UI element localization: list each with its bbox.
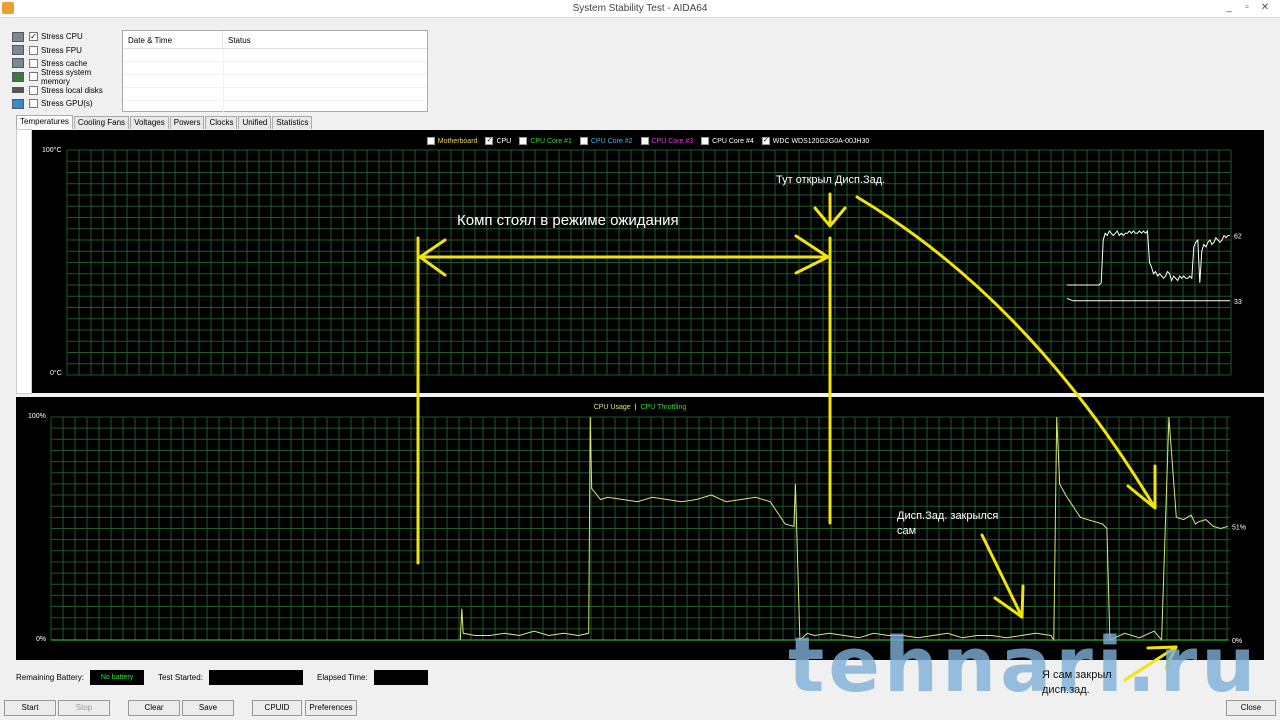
stress-gpu-option[interactable]: Stress GPU(s)	[12, 97, 122, 110]
elapsed-time-info: Elapsed Time:	[317, 670, 428, 685]
tehnari-watermark: tehnari.ru	[788, 620, 1260, 709]
series-current-value-label: 51%	[1232, 524, 1246, 531]
close-window-button[interactable]: ✕	[1258, 2, 1272, 14]
grid-lines	[50, 416, 1230, 641]
tab-clocks[interactable]: Clocks	[205, 116, 238, 129]
table-row	[123, 88, 427, 101]
annotation-closed-self-text: Дисп.Зад. закрылся	[897, 510, 999, 522]
table-row	[123, 75, 427, 88]
maximize-button[interactable]: ▫	[1240, 2, 1254, 14]
stress-memory-option[interactable]: Stress system memory	[12, 67, 122, 86]
elapsed-time-label: Elapsed Time:	[317, 673, 368, 682]
stress-options: ✓ Stress CPU Stress FPU Stress cache Str…	[12, 30, 122, 110]
stress-fpu-option[interactable]: Stress FPU	[12, 43, 122, 56]
close-button[interactable]: Close	[1226, 700, 1276, 716]
stress-gpu-checkbox[interactable]	[29, 99, 38, 109]
table-row	[123, 49, 427, 62]
preferences-button[interactable]: Preferences	[305, 700, 357, 716]
tab-voltages[interactable]: Voltages	[130, 116, 169, 129]
monitor-icon	[12, 98, 24, 109]
stress-gpu-label: Stress GPU(s)	[41, 99, 93, 109]
annotation-closed-self-text-2: сам	[897, 525, 917, 537]
cpuid-button[interactable]: CPUID	[252, 700, 302, 716]
series-current-value-label: 33	[1234, 299, 1242, 306]
status-log-table[interactable]: Date & Time Status	[122, 30, 428, 114]
grid-lines	[66, 149, 1232, 376]
test-started-label: Test Started:	[158, 673, 203, 682]
tab-cooling-fans[interactable]: Cooling Fans	[73, 116, 130, 129]
annotation-standby-text: Комп стоял в режиме ожидания	[457, 212, 679, 229]
stress-memory-label: Stress system memory	[40, 67, 92, 86]
test-started-value	[208, 670, 303, 685]
cache-chip-icon	[12, 58, 24, 69]
tab-statistics[interactable]: Statistics	[272, 116, 313, 129]
series-line-wdc-wds120g2g0a-00jh30	[1066, 298, 1230, 302]
stress-cache-checkbox[interactable]	[29, 58, 38, 68]
elapsed-time-value	[373, 670, 428, 685]
table-row	[123, 101, 427, 114]
stress-fpu-checkbox[interactable]	[29, 45, 38, 55]
battery-value: No battery	[90, 670, 145, 685]
save-button[interactable]: Save	[182, 700, 234, 716]
annotation-opened-text: Тут открыл Дисп.Зад.	[776, 174, 886, 186]
table-row	[123, 62, 427, 75]
stress-disks-label: Stress local disks	[41, 85, 103, 95]
clear-button[interactable]: Clear	[128, 700, 180, 716]
fpu-chip-icon	[12, 45, 24, 56]
test-started-info: Test Started:	[158, 670, 303, 685]
stress-cpu-label: Stress CPU	[41, 32, 83, 42]
window-title: System Stability Test - AIDA64	[572, 3, 708, 14]
stress-memory-checkbox[interactable]	[28, 72, 38, 82]
series-line-cpu	[1067, 229, 1230, 286]
battery-info: Remaining Battery: No battery	[16, 670, 145, 685]
title-bar[interactable]: System Stability Test - AIDA64 _ ▫ ✕	[0, 0, 1280, 18]
cpu-chip-icon	[12, 31, 24, 42]
stress-disks-checkbox[interactable]	[29, 85, 38, 95]
disk-drive-icon	[12, 87, 24, 94]
stress-cpu-option[interactable]: ✓ Stress CPU	[12, 30, 122, 43]
battery-label: Remaining Battery:	[16, 673, 85, 682]
temperature-chart: Motherboard ✓ CPU CPU Core #1 CPU Core #2…	[32, 130, 1264, 393]
start-button[interactable]: Start	[4, 700, 56, 716]
tab-powers[interactable]: Powers	[169, 116, 205, 129]
tab-temperatures[interactable]: Temperatures	[16, 115, 73, 129]
chart-scrollbar[interactable]	[16, 129, 32, 394]
annotation-closed-me-text: Я сам закрыл	[1042, 669, 1112, 681]
stress-fpu-label: Stress FPU	[41, 45, 82, 55]
annotation-closed-me-text-2: дисп.зад.	[1042, 684, 1090, 696]
series-current-value-label: 62	[1234, 234, 1242, 241]
minimize-button[interactable]: _	[1222, 2, 1236, 14]
chart-tabs: Temperatures Cooling Fans Voltages Power…	[16, 115, 313, 129]
stress-cache-label: Stress cache	[41, 58, 88, 68]
memory-module-icon	[12, 71, 24, 82]
stop-button[interactable]: Stop	[58, 700, 110, 716]
stress-cpu-checkbox[interactable]: ✓	[29, 32, 38, 42]
datetime-column-header[interactable]: Date & Time	[123, 31, 223, 48]
temperature-plot: 62 33	[66, 149, 1242, 376]
status-column-header[interactable]: Status	[223, 31, 251, 48]
tab-unified[interactable]: Unified	[238, 116, 272, 129]
